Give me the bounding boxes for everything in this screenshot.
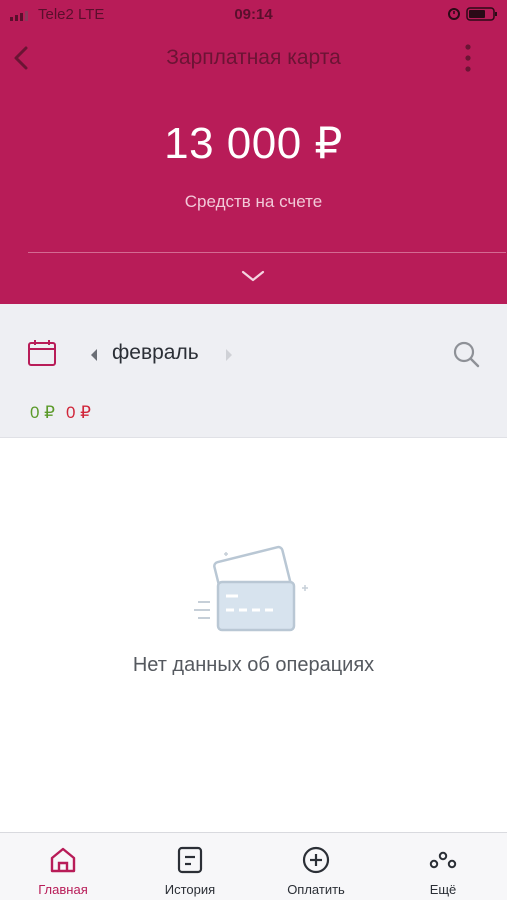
tab-label: Ещё [429,882,457,897]
tab-more[interactable]: Ещё [388,833,498,900]
tab-label: Главная [38,882,88,897]
battery-icon [466,7,497,21]
previous-month-icon[interactable] [89,348,99,362]
tab-history[interactable]: История [135,833,245,900]
tab-home[interactable]: Главная [8,833,118,900]
more-dots-icon [429,851,457,869]
income-total: 0 ₽ [30,403,55,422]
tab-pay[interactable]: Оплатить [261,833,371,900]
month-label: февраль [112,341,199,364]
cards-icon [194,545,308,632]
tab-bar: Главная История Оплатить Ещё [0,832,507,900]
home-icon [50,847,76,873]
alarm-icon [448,8,460,20]
empty-state-message: Нет данных об операциях [132,654,375,676]
tab-label: Оплатить [287,882,345,897]
history-icon [177,846,203,874]
period-filter: февраль 0 ₽ 0 ₽ [0,304,507,438]
back-button[interactable] [8,42,36,74]
more-vertical-icon[interactable] [458,40,478,76]
plus-circle-icon [302,846,330,874]
header-divider [28,252,506,253]
page-title: Зарплатная карта [166,46,341,69]
balance-amount: 13 000 ₽ [164,119,343,168]
search-icon[interactable] [452,340,480,368]
tab-label: История [164,882,216,897]
clock: 09:14 [234,6,273,23]
next-month-icon[interactable] [224,348,234,362]
expense-total: 0 ₽ [66,403,91,422]
account-header: Tele2 LTE 09:14 Зарплатная карта 13 000 … [0,0,507,304]
balance-caption: Средств на счете [184,192,323,211]
status-bar: Tele2 LTE 09:14 [0,0,507,30]
chevron-down-icon[interactable] [240,268,266,284]
calendar-icon[interactable] [27,338,57,368]
nav-bar: Зарплатная карта [0,34,507,82]
